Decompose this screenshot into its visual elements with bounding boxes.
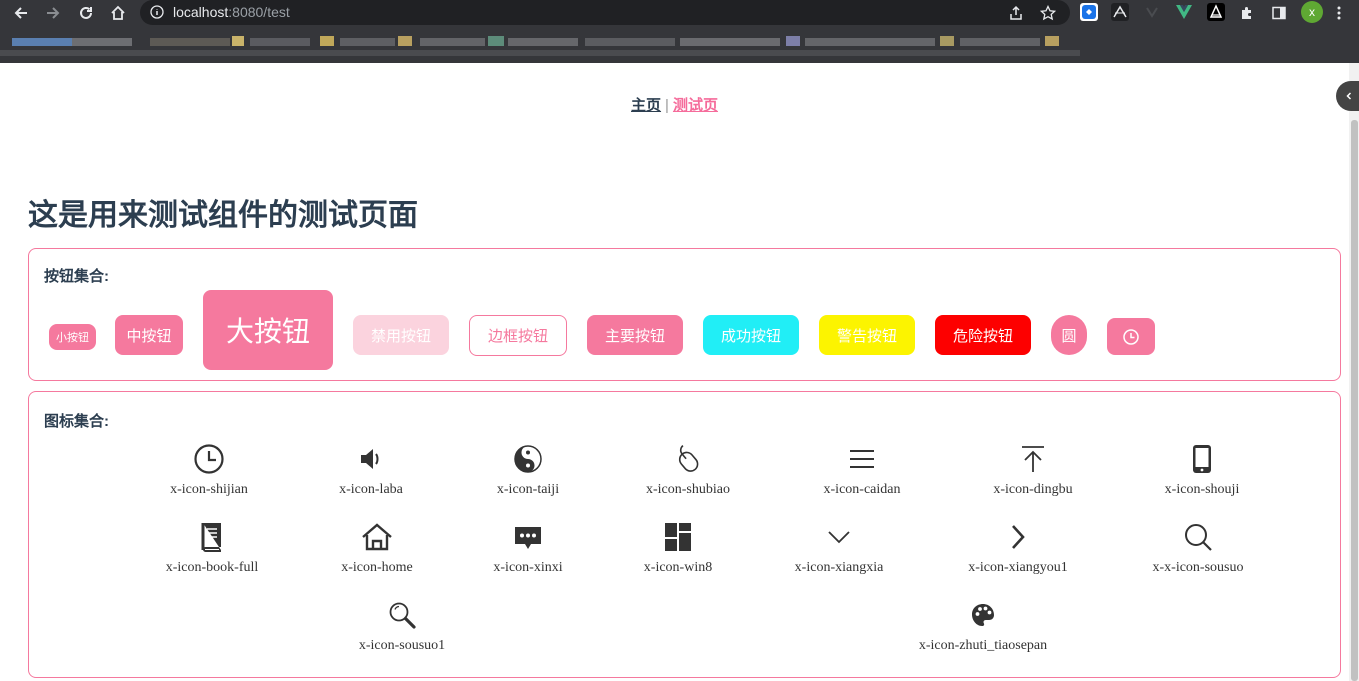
icon-item-book-full: x-icon-book-full [132, 521, 292, 576]
icon-item-shubiao: x-icon-shubiao [608, 443, 768, 498]
extension-1-icon[interactable] [1080, 3, 1098, 21]
icon-item-x-sousuo: x-x-icon-sousuo [1118, 521, 1278, 576]
windows-tiles-icon [665, 523, 691, 551]
profile-initial: x [1309, 5, 1315, 19]
clock-icon [194, 444, 224, 474]
nav-link-test[interactable]: 测试页 [673, 97, 718, 114]
icon-label: x-icon-book-full [165, 560, 259, 575]
extension-2-icon[interactable] [1111, 3, 1129, 21]
icon-item-sousuo1: x-icon-sousuo1 [322, 599, 482, 654]
search-icon [389, 602, 416, 629]
icon-item-taiji: x-icon-taiji [448, 443, 608, 498]
search-icon [1185, 524, 1212, 551]
icon-label: x-icon-dingbu [993, 482, 1073, 497]
icon-item-xiangyou1: x-icon-xiangyou1 [938, 521, 1098, 576]
icon-item-xinxi: x-icon-xinxi [448, 521, 608, 576]
icon-label: x-icon-home [341, 560, 413, 575]
icon-label: x-icon-xiangxia [794, 560, 884, 575]
back-icon[interactable] [11, 3, 31, 23]
browser-toolbar: localhost:8080/test x [0, 0, 1359, 26]
to-top-icon [1022, 446, 1044, 472]
icon-item-win8: x-icon-win8 [598, 521, 758, 576]
warning-button[interactable]: 警告按钮 [819, 315, 915, 355]
buttons-panel: 按钮集合: 小按钮 中按钮 大按钮 禁用按钮 边框按钮 主要按钮 成功按钮 警告… [28, 248, 1341, 381]
icon-item-home: x-icon-home [297, 521, 457, 576]
nav-separator: | [665, 97, 669, 114]
chevron-right-icon [1012, 525, 1025, 549]
icon-label: x-icon-zhuti_tiaosepan [918, 638, 1048, 653]
icons-panel: 图标集合: x-icon-shijian x-icon-laba x-icon-… [28, 391, 1341, 678]
icon-label: x-icon-sousuo1 [358, 638, 446, 653]
icon-item-dingbu: x-icon-dingbu [953, 443, 1113, 498]
extensions-puzzle-icon[interactable] [1237, 3, 1257, 23]
buttons-panel-title: 按钮集合: [44, 268, 109, 285]
primary-button[interactable]: 主要按钮 [587, 315, 683, 355]
profile-avatar[interactable]: x [1301, 1, 1323, 23]
book-icon [201, 523, 221, 552]
phone-icon [1193, 445, 1211, 473]
icon-label: x-icon-win8 [643, 560, 713, 575]
side-panel-icon[interactable] [1269, 3, 1289, 23]
reload-icon[interactable] [76, 3, 96, 23]
icon-label: x-icon-taiji [496, 482, 560, 497]
bookmark-star-icon[interactable] [1038, 3, 1058, 23]
icon-label: x-icon-xinxi [493, 560, 563, 575]
share-icon[interactable] [1006, 3, 1026, 23]
page-scrollbar-thumb[interactable] [1351, 120, 1358, 681]
danger-button[interactable]: 危险按钮 [935, 315, 1031, 355]
browser-chrome: localhost:8080/test x [0, 0, 1359, 63]
url-text[interactable]: localhost:8080/test [173, 4, 290, 20]
home-icon[interactable] [108, 3, 128, 23]
message-icon [515, 527, 541, 549]
border-button[interactable]: 边框按钮 [469, 315, 567, 356]
icon-button[interactable] [1107, 318, 1155, 355]
icon-label: x-icon-caidan [823, 482, 901, 497]
icon-label: x-icon-shijian [170, 482, 248, 497]
more-menu-icon[interactable] [1329, 3, 1349, 23]
icon-label: x-x-icon-sousuo [1152, 560, 1244, 575]
chevron-down-icon [828, 531, 850, 544]
icon-item-shijian: x-icon-shijian [129, 443, 289, 498]
mouse-icon [678, 445, 699, 472]
house-icon [362, 523, 392, 551]
icon-label: x-icon-shouji [1164, 482, 1240, 497]
icon-item-xiangxia: x-icon-xiangxia [759, 521, 919, 576]
url-path: :8080/test [228, 4, 290, 20]
icon-item-caidan: x-icon-caidan [782, 443, 942, 498]
extension-3-icon[interactable] [1143, 3, 1161, 21]
icon-item-shouji: x-icon-shouji [1122, 443, 1282, 498]
site-info-icon[interactable] [150, 5, 164, 19]
vue-devtools-icon[interactable] [1175, 3, 1193, 21]
icon-label: x-icon-laba [339, 482, 403, 497]
large-button[interactable]: 大按钮 [203, 290, 333, 370]
icon-item-laba: x-icon-laba [291, 443, 451, 498]
url-host: localhost [173, 4, 229, 20]
forward-icon[interactable] [43, 3, 63, 23]
clock-icon [1123, 328, 1139, 345]
top-nav: 主页 | 测试页 [0, 94, 1349, 115]
bookmarks-bar [0, 28, 1100, 63]
icon-item-zhuti-tiaosepan: x-icon-zhuti_tiaosepan [903, 599, 1063, 654]
icon-label: x-icon-shubiao [646, 482, 730, 497]
disabled-button[interactable]: 禁用按钮 [353, 315, 449, 355]
yin-yang-icon [514, 445, 542, 473]
nav-link-home[interactable]: 主页 [631, 97, 661, 114]
success-button[interactable]: 成功按钮 [703, 315, 799, 355]
menu-icon [850, 450, 874, 468]
page-title: 这是用来测试组件的测试页面 [28, 199, 418, 232]
speaker-icon [361, 449, 379, 469]
icons-panel-title: 图标集合: [44, 413, 109, 430]
extension-5-icon[interactable] [1207, 3, 1225, 21]
medium-button[interactable]: 中按钮 [115, 315, 183, 355]
palette-icon [972, 604, 994, 626]
small-button[interactable]: 小按钮 [49, 324, 96, 350]
round-button[interactable]: 圆 [1051, 315, 1087, 355]
icon-label: x-icon-xiangyou1 [968, 560, 1068, 575]
